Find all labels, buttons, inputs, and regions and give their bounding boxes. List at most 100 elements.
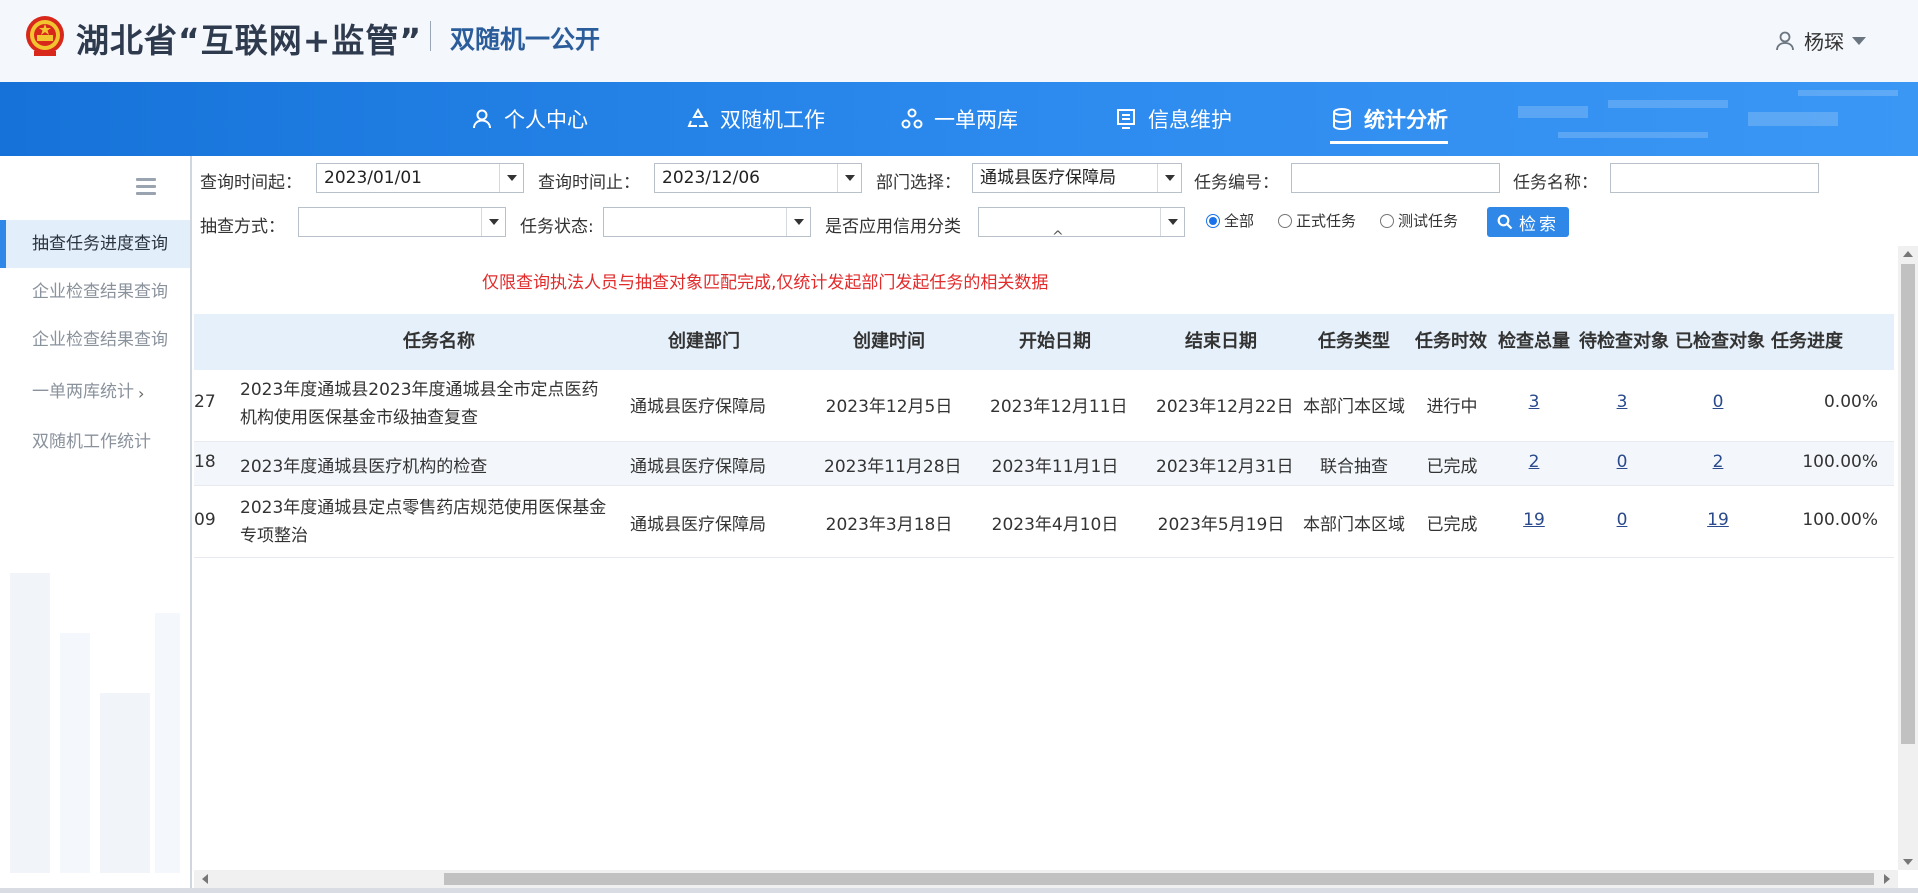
- progress-cell: 100.00%: [1802, 452, 1878, 472]
- pending-link[interactable]: 0: [1592, 452, 1652, 472]
- end-date-input[interactable]: 2023/12/06: [654, 163, 862, 193]
- column-header: 创建时间: [853, 331, 925, 352]
- inspection-method-select[interactable]: [298, 207, 506, 237]
- dropdown-arrow-icon[interactable]: [837, 164, 861, 192]
- column-header: 开始日期: [1019, 331, 1091, 352]
- nav-item-info-maintenance[interactable]: 信息维护: [1114, 82, 1232, 156]
- user-menu[interactable]: 杨琛: [1774, 26, 1866, 55]
- nav-item-label: 一单两库: [934, 108, 1018, 132]
- task-type-cell: 联合抽查: [1320, 457, 1388, 477]
- task-id-cell: 09: [194, 510, 216, 530]
- sidebar-item-double-random-stats[interactable]: 双随机工作统计: [0, 418, 190, 466]
- vertical-scrollbar[interactable]: [1898, 246, 1918, 870]
- nav-item-personal-center[interactable]: 个人中心: [470, 82, 588, 156]
- radio-label: 全部: [1224, 212, 1255, 230]
- menu-toggle-icon[interactable]: [136, 178, 156, 196]
- task-name-input[interactable]: [1610, 163, 1819, 193]
- scroll-up-arrow-icon[interactable]: [1903, 251, 1913, 257]
- sidebar: 抽查任务进度查询 企业检查结果查询 企业检查结果查询 一单两库统计 › 双随机工…: [0, 156, 192, 893]
- notice-text: 仅限查询执法人员与抽查对象匹配完成,仅统计发起部门发起任务的相关数据: [482, 273, 1049, 293]
- total-link[interactable]: 2: [1504, 452, 1564, 472]
- checked-link[interactable]: 0: [1688, 392, 1748, 412]
- table-row[interactable]: 18 2023年度通城县医疗机构的检查 通城县医疗保障局 2023年11月28日…: [194, 442, 1894, 486]
- task-type-cell: 本部门本区域: [1303, 515, 1405, 535]
- task-name-cell: 2023年度通城县医疗机构的检查: [240, 457, 488, 477]
- radio-label: 测试任务: [1398, 212, 1459, 230]
- total-link[interactable]: 19: [1504, 510, 1564, 530]
- pending-link[interactable]: 3: [1592, 392, 1652, 412]
- task-number-input[interactable]: [1291, 163, 1500, 193]
- scroll-left-arrow-icon[interactable]: [202, 874, 208, 884]
- document-icon: [1117, 109, 1135, 129]
- checked-link[interactable]: 19: [1688, 510, 1748, 530]
- horizontal-scroll-thumb[interactable]: [444, 873, 1874, 885]
- radio-all[interactable]: 全部: [1206, 210, 1254, 231]
- progress-cell: 100.00%: [1802, 510, 1878, 530]
- column-header: 任务类型: [1318, 331, 1390, 352]
- end-date-cell: 2023年5月19日: [1157, 515, 1285, 535]
- total-link[interactable]: 3: [1504, 392, 1564, 412]
- task-status-select[interactable]: [603, 207, 811, 237]
- timeliness-cell: 进行中: [1426, 397, 1478, 417]
- dropdown-arrow-icon[interactable]: [786, 208, 810, 236]
- nav-item-one-list-two-libraries[interactable]: 一单两库: [900, 82, 1018, 156]
- table-row[interactable]: 27 2023年度通城县2023年度通城县全市定点医药机构使用医保基金市级抽查复…: [194, 370, 1894, 442]
- radio-test-task[interactable]: 测试任务: [1380, 210, 1458, 231]
- column-header: 已检查对象: [1675, 331, 1765, 352]
- column-header: 结束日期: [1185, 331, 1257, 352]
- chevron-right-icon: ›: [138, 384, 145, 403]
- radio-dot[interactable]: [1206, 213, 1220, 228]
- table-row[interactable]: 09 2023年度通城县定点零售药店规范使用医保基金专项整治 通城县医疗保障局 …: [194, 486, 1894, 558]
- task-status-label: 任务状态:: [520, 217, 594, 237]
- end-date-cell: 2023年12月31日: [1156, 457, 1294, 477]
- pending-link[interactable]: 0: [1592, 510, 1652, 530]
- search-button[interactable]: 检索: [1487, 207, 1569, 237]
- column-header: 创建部门: [668, 331, 740, 352]
- progress-cell: 0.00%: [1823, 392, 1878, 412]
- national-emblem-icon: [26, 16, 64, 56]
- sidebar-item-enterprise-result-1[interactable]: 企业检查结果查询: [0, 268, 190, 316]
- radio-formal-task[interactable]: 正式任务: [1278, 210, 1356, 231]
- user-icon: [1776, 31, 1794, 50]
- created-cell: 2023年12月5日: [825, 397, 953, 417]
- scroll-right-arrow-icon[interactable]: [1884, 874, 1890, 884]
- dropdown-arrow-icon[interactable]: [1160, 208, 1184, 236]
- vertical-scroll-thumb[interactable]: [1901, 264, 1915, 744]
- nav-item-double-random[interactable]: 双随机工作: [686, 82, 825, 156]
- inspection-method-label: 抽查方式：: [200, 217, 285, 237]
- nav-item-label: 双随机工作: [720, 108, 825, 132]
- brand-subtitle: 双随机一公开: [450, 25, 601, 54]
- search-icon: [1497, 214, 1513, 230]
- sidebar-item-label: 双随机工作统计: [32, 432, 151, 452]
- sidebar-item-enterprise-result-2[interactable]: 企业检查结果查询: [0, 316, 190, 364]
- radio-dot[interactable]: [1380, 213, 1394, 228]
- horizontal-scrollbar[interactable]: [194, 870, 1898, 888]
- caret-up-icon: ^: [1052, 229, 1064, 245]
- start-date-input[interactable]: 2023/01/01: [316, 163, 524, 193]
- start-date-value: 2023/01/01: [324, 168, 422, 188]
- department-select[interactable]: 通城县医疗保障局: [972, 163, 1182, 193]
- nav-item-label: 统计分析: [1364, 108, 1448, 132]
- dropdown-arrow-icon[interactable]: [481, 208, 505, 236]
- bottom-strip: [0, 888, 1918, 893]
- nodes-icon: [901, 108, 923, 129]
- nav-item-statistics[interactable]: 统计分析: [1330, 82, 1448, 156]
- results-panel: 仅限查询执法人员与抽查对象匹配完成,仅统计发起部门发起任务的相关数据 任务名称 …: [194, 246, 1898, 870]
- dropdown-arrow-icon[interactable]: [1157, 164, 1181, 192]
- sidebar-background-decoration: [10, 573, 180, 873]
- credit-classification-select[interactable]: [978, 207, 1185, 237]
- start-date-label: 查询时间起：: [200, 173, 302, 193]
- caret-down-icon: [1852, 36, 1866, 45]
- task-id-cell: 27: [194, 392, 216, 412]
- scroll-down-arrow-icon[interactable]: [1903, 859, 1913, 865]
- sidebar-item-task-progress[interactable]: 抽查任务进度查询: [0, 220, 190, 268]
- sidebar-item-one-list-stats[interactable]: 一单两库统计: [0, 368, 190, 416]
- radio-dot[interactable]: [1278, 213, 1292, 228]
- dropdown-arrow-icon[interactable]: [499, 164, 523, 192]
- user-icon: [473, 109, 491, 129]
- timeliness-cell: 已完成: [1426, 457, 1478, 477]
- column-header: 任务时效: [1415, 331, 1487, 352]
- task-name-cell: 2023年度通城县2023年度通城县全市定点医药机构使用医保基金市级抽查复查: [240, 380, 599, 428]
- checked-link[interactable]: 2: [1688, 452, 1748, 472]
- brand-divider: [430, 21, 431, 51]
